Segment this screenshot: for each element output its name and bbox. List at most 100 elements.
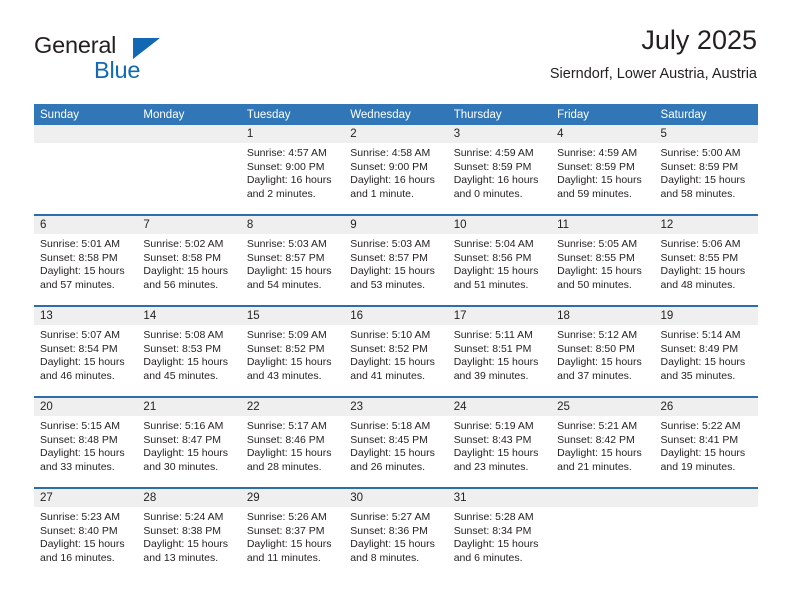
day-detail-line: Sunrise: 5:00 AM <box>660 147 741 159</box>
weekday-header-friday: Friday <box>557 109 590 121</box>
day-cell[interactable]: 22 Sunrise: 5:17 AM Sunset: 8:46 PM Dayligh… <box>240 398 345 487</box>
day-detail-line: Sunrise: 5:01 AM <box>40 238 120 250</box>
page-title: July 2025 <box>641 25 757 55</box>
day-detail-line: and 39 minutes. <box>453 369 529 382</box>
day-detail-line: Sunrise: 5:14 AM <box>660 329 741 341</box>
day-detail-line: Sunrise: 5:03 AM <box>246 238 327 250</box>
day-details: Sunrise: 5:18 AM Sunset: 8:45 PM Daylight:… <box>344 416 447 474</box>
day-cell[interactable]: 24 Sunrise: 5:19 AM Sunset: 8:43 PM Dayligh… <box>447 398 552 487</box>
day-detail-line: Daylight: 15 hours <box>660 356 746 369</box>
day-number: 22 <box>240 398 345 416</box>
day-detail-line: Daylight: 15 hours <box>246 538 332 551</box>
day-cell[interactable]: 26 Sunrise: 5:22 AM Sunset: 8:41 PM Dayligh… <box>654 398 758 487</box>
day-number: 8 <box>240 216 345 234</box>
day-cell[interactable]: 10 Sunrise: 5:04 AM Sunset: 8:56 PM Dayligh… <box>447 216 552 305</box>
day-cell[interactable]: 18 Sunrise: 5:12 AM Sunset: 8:50 PM Dayligh… <box>551 307 655 396</box>
day-detail-line: Sunrise: 5:15 AM <box>40 420 120 432</box>
day-details: Sunrise: 5:27 AM Sunset: 8:36 PM Daylight:… <box>344 507 447 565</box>
day-detail-line: Sunset: 8:59 PM <box>660 160 739 173</box>
day-cell[interactable]: 2 Sunrise: 4:58 AM Sunset: 9:00 PM Daylight… <box>344 125 448 214</box>
day-detail-line: Daylight: 15 hours <box>350 447 435 460</box>
day-detail-line: Sunset: 8:52 PM <box>350 342 428 355</box>
day-detail-line: Daylight: 16 hours <box>246 174 332 187</box>
day-detail-line: and 41 minutes. <box>350 369 425 382</box>
day-detail-line: Sunset: 8:57 PM <box>246 251 325 264</box>
day-number <box>654 489 758 507</box>
day-cell[interactable]: 4 Sunrise: 4:59 AM Sunset: 8:59 PM Daylight… <box>551 125 655 214</box>
day-cell[interactable]: 23 Sunrise: 5:18 AM Sunset: 8:45 PM Dayligh… <box>344 398 448 487</box>
day-detail-line: and 43 minutes. <box>246 369 322 382</box>
day-cell[interactable]: 20 Sunrise: 5:15 AM Sunset: 8:48 PM Dayligh… <box>34 398 138 487</box>
day-detail-line: Sunset: 8:54 PM <box>40 342 118 355</box>
day-cell[interactable]: 28 Sunrise: 5:24 AM Sunset: 8:38 PM Dayligh… <box>137 489 241 578</box>
day-cell[interactable]: 5 Sunrise: 5:00 AM Sunset: 8:59 PM Daylight… <box>654 125 758 214</box>
day-detail-line: Sunrise: 5:23 AM <box>40 511 120 523</box>
weekday-header-row: Sunday Monday Tuesday Wednesday Thursday Frid… <box>34 104 758 125</box>
day-number <box>137 125 241 143</box>
day-number: 14 <box>137 307 241 325</box>
page-subtitle: Sierndorf, Lower Austria, Austria <box>549 65 757 82</box>
day-detail-line: and 58 minutes. <box>660 187 736 200</box>
day-detail-line: Sunrise: 4:58 AM <box>350 147 431 159</box>
day-cell[interactable]: 9 Sunrise: 5:03 AM Sunset: 8:57 PM Daylight… <box>344 216 448 305</box>
day-details: Sunrise: 4:57 AM Sunset: 9:00 PM Daylight:… <box>241 143 344 201</box>
day-details: Sunrise: 5:16 AM Sunset: 8:47 PM Daylight:… <box>137 416 240 474</box>
day-cell[interactable]: 30 Sunrise: 5:27 AM Sunset: 8:36 PM Dayligh… <box>344 489 448 578</box>
day-cell[interactable]: 13 Sunrise: 5:07 AM Sunset: 8:54 PM Dayligh… <box>34 307 138 396</box>
day-detail-line: Sunrise: 5:19 AM <box>453 420 534 432</box>
day-details: Sunrise: 5:11 AM Sunset: 8:51 PM Daylight:… <box>448 325 551 383</box>
day-cell[interactable]: 15 Sunrise: 5:09 AM Sunset: 8:52 PM Dayligh… <box>240 307 345 396</box>
day-cell[interactable]: 19 Sunrise: 5:14 AM Sunset: 8:49 PM Dayligh… <box>654 307 758 396</box>
day-detail-line: and 21 minutes. <box>557 460 632 473</box>
day-cell[interactable]: 27 Sunrise: 5:23 AM Sunset: 8:40 PM Dayligh… <box>34 489 138 578</box>
day-detail-line: Daylight: 15 hours <box>350 356 435 369</box>
day-detail-line: Daylight: 15 hours <box>557 447 642 460</box>
day-number: 20 <box>34 398 138 416</box>
day-cell[interactable]: 12 Sunrise: 5:06 AM Sunset: 8:55 PM Dayligh… <box>654 216 758 305</box>
day-cell[interactable]: 29 Sunrise: 5:26 AM Sunset: 8:37 PM Dayligh… <box>240 489 345 578</box>
day-details: Sunrise: 5:26 AM Sunset: 8:37 PM Daylight:… <box>241 507 344 565</box>
day-detail-line: Daylight: 15 hours <box>557 265 642 278</box>
day-detail-line: Sunset: 8:55 PM <box>660 251 739 264</box>
day-cell[interactable]: 3 Sunrise: 4:59 AM Sunset: 8:59 PM Daylight… <box>447 125 552 214</box>
day-detail-line: Daylight: 15 hours <box>350 538 435 551</box>
day-cell[interactable]: 16 Sunrise: 5:10 AM Sunset: 8:52 PM Dayligh… <box>344 307 448 396</box>
day-detail-line: Sunrise: 5:21 AM <box>557 420 638 432</box>
day-detail-line: and 50 minutes. <box>557 278 632 291</box>
day-cell[interactable]: 14 Sunrise: 5:08 AM Sunset: 8:53 PM Dayligh… <box>137 307 241 396</box>
day-details: Sunrise: 5:15 AM Sunset: 8:48 PM Daylight:… <box>34 416 137 474</box>
day-cell[interactable]: 8 Sunrise: 5:03 AM Sunset: 8:57 PM Daylight… <box>240 216 345 305</box>
day-details <box>655 507 758 511</box>
logo-text-general: General <box>34 32 117 58</box>
day-cell[interactable]: 6 Sunrise: 5:01 AM Sunset: 8:58 PM Daylight… <box>34 216 138 305</box>
day-cell[interactable]: 31 Sunrise: 5:28 AM Sunset: 8:34 PM Dayligh… <box>447 489 552 578</box>
day-details: Sunrise: 5:01 AM Sunset: 8:58 PM Daylight:… <box>34 234 137 292</box>
day-cell[interactable]: 1 Sunrise: 4:57 AM Sunset: 9:00 PM Daylight… <box>240 125 345 214</box>
day-cell[interactable]: 17 Sunrise: 5:11 AM Sunset: 8:51 PM Dayligh… <box>447 307 552 396</box>
day-number: 26 <box>654 398 758 416</box>
day-detail-line: Daylight: 15 hours <box>660 265 746 278</box>
day-detail-line: Daylight: 15 hours <box>40 265 125 278</box>
day-cell[interactable]: 7 Sunrise: 5:02 AM Sunset: 8:58 PM Daylight… <box>137 216 241 305</box>
day-cell[interactable]: 21 Sunrise: 5:16 AM Sunset: 8:47 PM Dayligh… <box>137 398 241 487</box>
day-details: Sunrise: 5:22 AM Sunset: 8:41 PM Daylight:… <box>655 416 758 474</box>
day-number: 4 <box>551 125 655 143</box>
day-number: 30 <box>344 489 448 507</box>
weekday-header-saturday: Saturday <box>660 109 707 121</box>
day-detail-line: Sunset: 8:59 PM <box>557 160 635 173</box>
day-detail-line: Sunset: 8:47 PM <box>143 433 222 446</box>
day-detail-line: Sunset: 8:57 PM <box>350 251 428 264</box>
day-cell[interactable]: 11 Sunrise: 5:05 AM Sunset: 8:55 PM Dayligh… <box>551 216 655 305</box>
day-detail-line: and 23 minutes. <box>453 460 529 473</box>
calendar-week-row: 20 Sunrise: 5:15 AM Sunset: 8:48 PM Dayligh… <box>34 396 758 487</box>
day-details: Sunrise: 5:02 AM Sunset: 8:58 PM Daylight:… <box>137 234 240 292</box>
day-detail-line: and 11 minutes. <box>246 551 321 564</box>
day-number: 10 <box>447 216 552 234</box>
title-block: July 2025 Sierndorf, Lower Austria, Aust… <box>549 25 757 82</box>
day-detail-line: Sunrise: 5:04 AM <box>453 238 534 250</box>
day-detail-line: and 26 minutes. <box>350 460 425 473</box>
day-detail-line: Sunrise: 5:08 AM <box>143 329 224 341</box>
day-cell[interactable]: 25 Sunrise: 5:21 AM Sunset: 8:42 PM Dayligh… <box>551 398 655 487</box>
day-detail-line: and 57 minutes. <box>40 278 115 291</box>
day-detail-line: Sunset: 8:49 PM <box>660 342 739 355</box>
